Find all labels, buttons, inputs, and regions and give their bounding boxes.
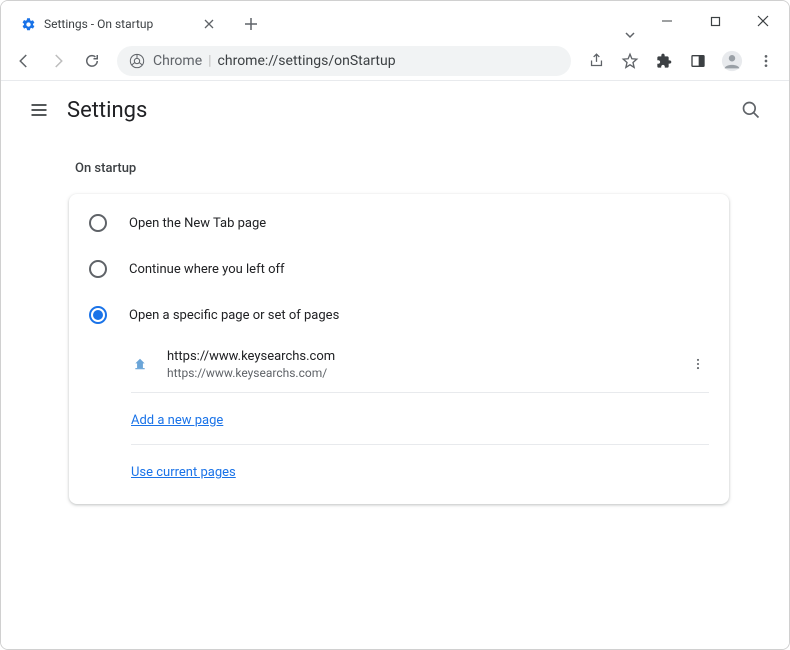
use-current-row: Use current pages (131, 445, 709, 498)
startup-page-text: https://www.keysearchs.com https://www.k… (167, 349, 687, 380)
browser-tab[interactable]: Settings - On startup (9, 7, 227, 41)
page-more-button[interactable] (687, 348, 709, 380)
page-favicon (131, 355, 149, 373)
tab-search-button[interactable] (613, 29, 647, 41)
url-text: chrome://settings/onStartup (218, 53, 396, 69)
window-controls (647, 1, 789, 41)
radio-specific-pages[interactable]: Open a specific page or set of pages (69, 292, 729, 338)
radio-new-tab[interactable]: Open the New Tab page (69, 200, 729, 246)
forward-button[interactable] (43, 46, 73, 76)
menu-button[interactable] (751, 46, 781, 76)
share-button[interactable] (581, 46, 611, 76)
search-settings-button[interactable] (733, 92, 769, 128)
radio-label: Continue where you left off (129, 262, 285, 277)
back-button[interactable] (9, 46, 39, 76)
radio-label: Open the New Tab page (129, 216, 266, 231)
radio-icon (89, 260, 107, 278)
radio-icon (89, 306, 107, 324)
hamburger-menu-button[interactable] (21, 92, 57, 128)
page-title: Settings (67, 98, 147, 123)
radio-icon (89, 214, 107, 232)
settings-page: On startup Open the New Tab page Continu… (1, 139, 789, 504)
startup-pages-list: https://www.keysearchs.com https://www.k… (131, 338, 709, 498)
radio-label: Open a specific page or set of pages (129, 308, 339, 323)
close-tab-button[interactable] (201, 16, 217, 32)
tab-title: Settings - On startup (44, 17, 201, 31)
url-separator: | (208, 53, 211, 69)
extensions-button[interactable] (649, 46, 679, 76)
browser-window: Settings - On startup (0, 0, 790, 650)
toolbar: Chrome | chrome://settings/onStartup (1, 41, 789, 81)
reload-button[interactable] (77, 46, 107, 76)
profile-button[interactable] (717, 46, 747, 76)
startup-card: Open the New Tab page Continue where you… (69, 194, 729, 504)
startup-page-item: https://www.keysearchs.com https://www.k… (131, 338, 709, 393)
bookmark-button[interactable] (615, 46, 645, 76)
content-area: Settings On startup Open the New Tab pag… (1, 81, 789, 649)
titlebar: Settings - On startup (1, 1, 789, 41)
new-tab-button[interactable] (237, 10, 265, 38)
add-page-row: Add a new page (131, 393, 709, 445)
sidepanel-button[interactable] (683, 46, 713, 76)
url-chip: Chrome (153, 53, 202, 69)
startup-page-title: https://www.keysearchs.com (167, 349, 687, 364)
minimize-button[interactable] (647, 6, 687, 36)
chrome-icon (129, 53, 145, 69)
section-title: On startup (75, 161, 723, 176)
startup-page-url: https://www.keysearchs.com/ (167, 366, 687, 380)
add-new-page-link[interactable]: Add a new page (131, 413, 223, 428)
radio-continue[interactable]: Continue where you left off (69, 246, 729, 292)
use-current-pages-link[interactable]: Use current pages (131, 465, 236, 480)
address-bar[interactable]: Chrome | chrome://settings/onStartup (117, 46, 571, 76)
maximize-button[interactable] (695, 6, 735, 36)
close-window-button[interactable] (743, 6, 783, 36)
gear-icon (21, 17, 36, 32)
settings-header: Settings (1, 81, 789, 139)
